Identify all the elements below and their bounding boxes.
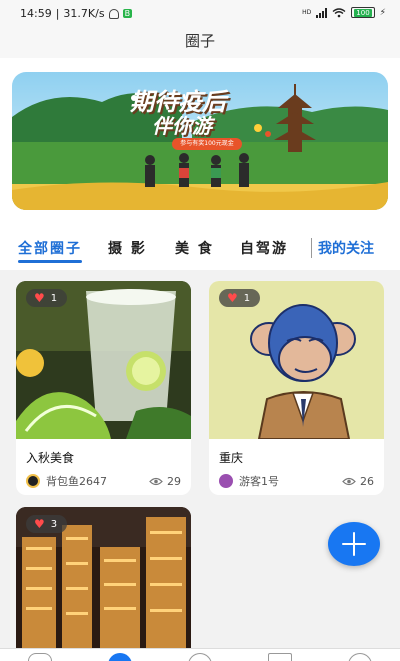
like-count: 1 [50,292,58,304]
status-bar: 14:59 | 31.7K/s B HD 100 ⚡ [0,0,400,28]
post-title: 入秋美食 [26,451,75,465]
hd-label: HD [302,8,312,16]
tab-divider [311,238,312,258]
eye-icon [342,477,356,485]
app-notification-badge: B [122,9,133,18]
discover-icon[interactable] [188,653,212,661]
like-count: 1 [243,292,251,304]
post-meta: 游客1号 26 [219,473,374,489]
signal-icon [316,7,328,18]
view-count: 29 [167,474,181,488]
status-time: 14:59 [20,7,52,20]
like-count: 3 [50,518,58,530]
heart-icon: ♥ [34,291,45,305]
post-feed: ♥ 1 入秋美食 背包鱼2647 29 ♥ 1 重庆 游客1号 26 ♥ 3 [0,270,400,661]
banner-ribbon: 参与有奖100元现金 [180,140,234,147]
post-image: ♥ 1 [209,281,384,439]
post-card[interactable]: ♥ 3 [16,507,191,661]
circle-nav-icon[interactable] [108,653,132,661]
avatar[interactable] [26,474,40,488]
avatar[interactable] [219,474,233,488]
battery-icon: 100 [351,7,375,18]
charging-icon: ⚡ [379,7,386,18]
page-title-bar: 圈子 [0,28,400,58]
heart-icon: ♥ [227,291,238,305]
banner-headline-2: 伴你游 [152,114,212,138]
heart-icon: ♥ [34,517,45,531]
author-name[interactable]: 背包鱼2647 [46,473,107,489]
post-meta: 背包鱼2647 29 [26,473,181,489]
mute-icon [108,8,119,19]
post-image: ♥ 1 [16,281,191,439]
like-badge[interactable]: ♥ 3 [26,515,68,533]
wifi-icon [332,7,346,17]
profile-icon[interactable] [348,653,372,661]
network-speed: 31.7K/s [63,7,105,20]
tab-photography[interactable]: 摄 影 [108,238,147,258]
like-badge[interactable]: ♥ 1 [26,289,68,307]
eye-icon [149,477,163,485]
bottom-navigation [0,648,400,661]
battery-level: 100 [354,8,372,17]
category-tabs: 全部圈子 摄 影 美 食 自驾游 我的关注 [0,228,400,270]
home-icon[interactable] [28,653,52,661]
author-name[interactable]: 游客1号 [239,473,279,489]
like-badge[interactable]: ♥ 1 [219,289,261,307]
banner-section: 期待疫后 伴你游 参与有奖100元现金 [0,58,400,228]
post-card[interactable]: ♥ 1 重庆 游客1号 26 [209,281,384,495]
active-tab-indicator [18,260,82,263]
post-image: ♥ 3 [16,507,191,661]
message-icon[interactable] [268,653,292,661]
view-count: 26 [360,474,374,488]
tab-all-circles[interactable]: 全部圈子 [18,238,82,258]
create-post-button[interactable] [328,522,380,566]
post-title: 重庆 [219,451,244,465]
tab-my-follows[interactable]: 我的关注 [318,238,374,258]
tab-self-drive[interactable]: 自驾游 [240,238,288,258]
post-card[interactable]: ♥ 1 入秋美食 背包鱼2647 29 [16,281,191,495]
tab-food[interactable]: 美 食 [175,238,214,258]
promo-banner[interactable]: 期待疫后 伴你游 参与有奖100元现金 [12,72,388,210]
page-title: 圈子 [184,32,215,50]
